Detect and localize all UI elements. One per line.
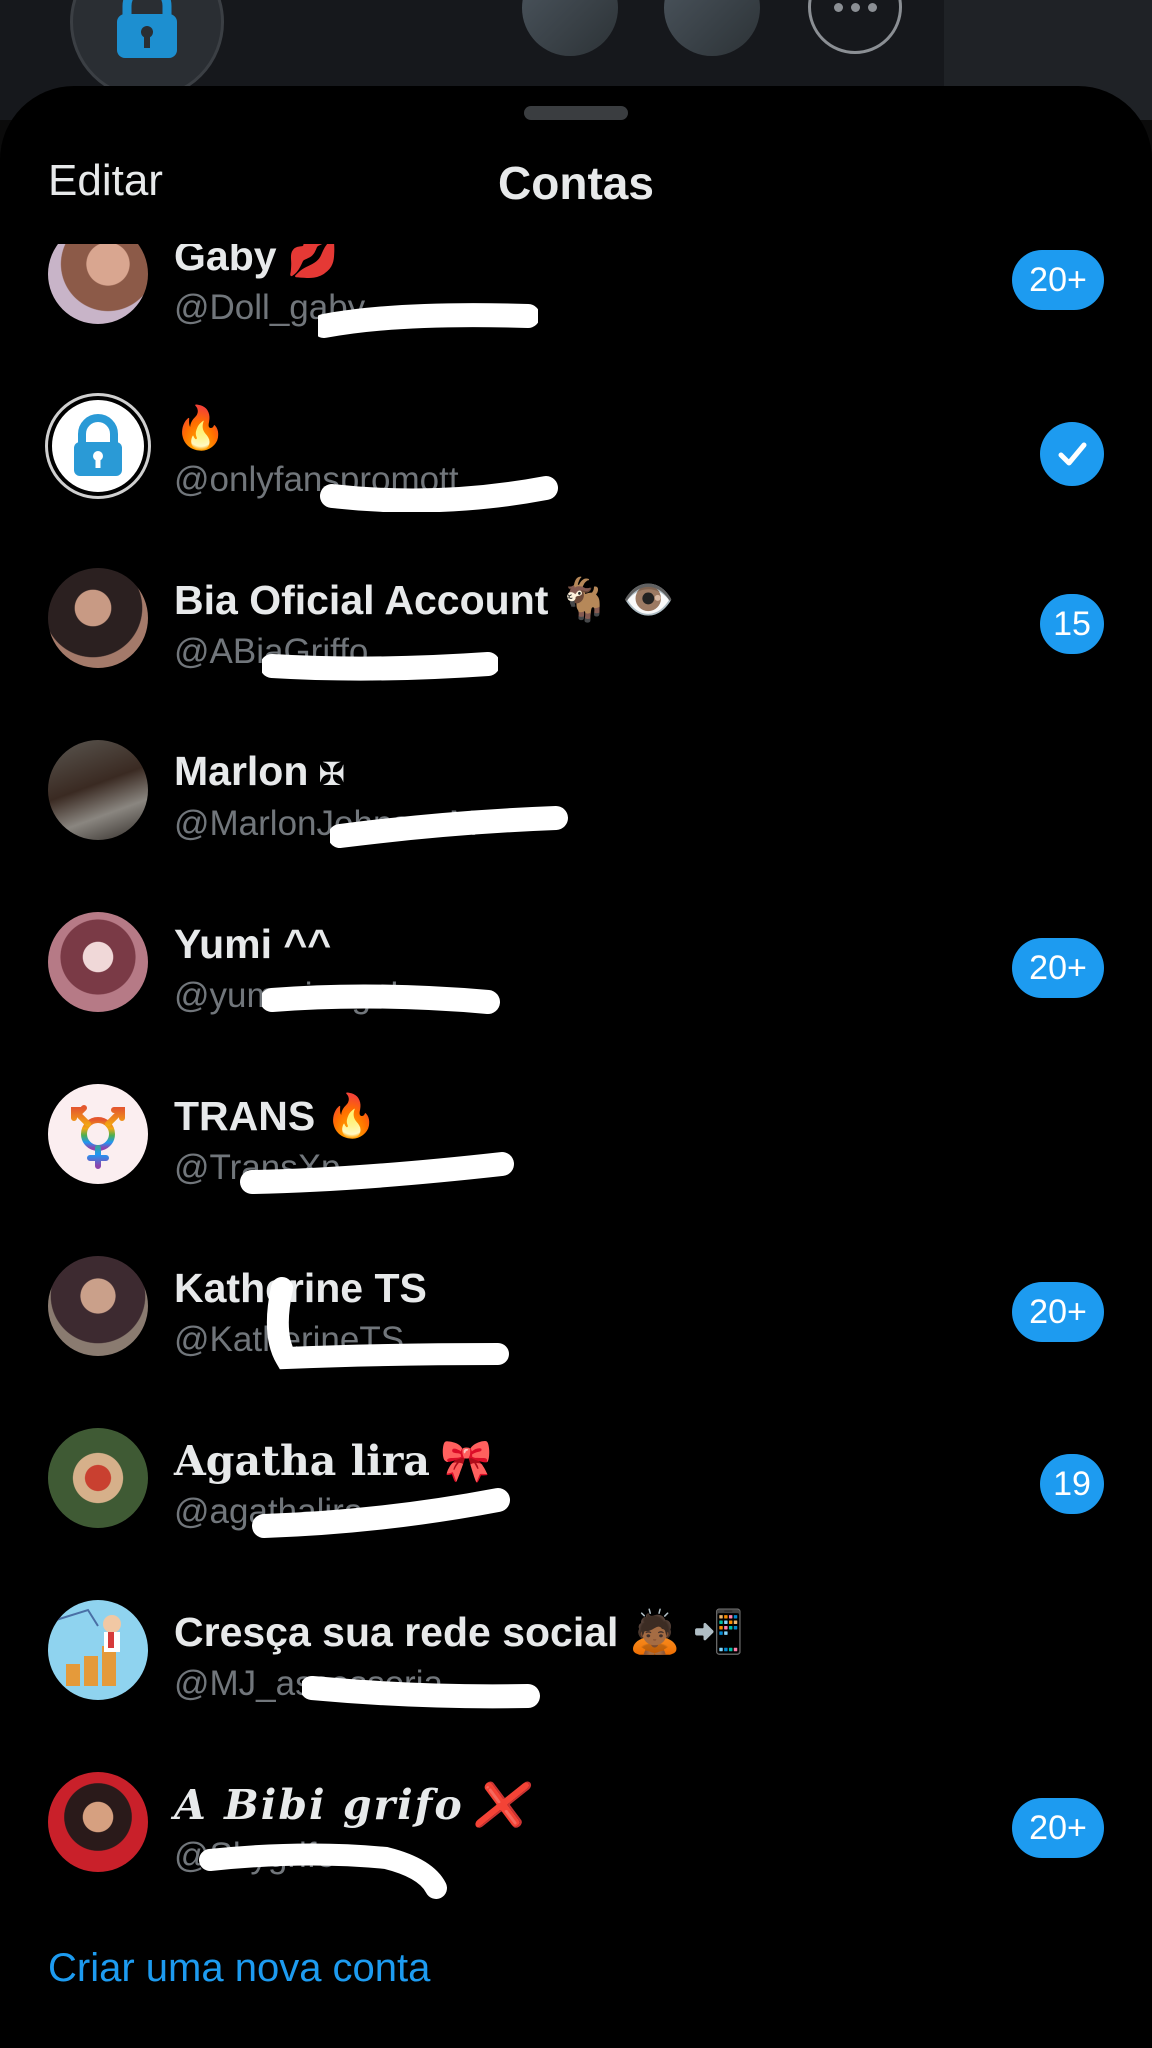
- notification-badge: 20+: [1012, 1798, 1104, 1858]
- account-avatar: [48, 244, 148, 324]
- mini-avatar-1[interactable]: [522, 0, 618, 56]
- account-handle: @agathalira: [174, 1492, 364, 1531]
- account-name: TRANS 🔥: [174, 1092, 378, 1139]
- account-avatar: [48, 396, 148, 496]
- account-row[interactable]: Agatha lira 🎀 @agathalira 19: [0, 1392, 1152, 1564]
- account-avatar: [48, 1084, 148, 1184]
- account-name: Agatha lira 🎀: [174, 1436, 493, 1485]
- account-handle: @ABiaGriffo: [174, 632, 369, 671]
- notification-badge: 20+: [1012, 250, 1104, 310]
- current-account-avatar[interactable]: [70, 0, 224, 99]
- account-row[interactable]: TRANS 🔥 @TransXp: [0, 1048, 1152, 1220]
- illustration-avatar: [55, 1608, 121, 1686]
- notification-badge: 20+: [1012, 938, 1104, 998]
- more-options-icon[interactable]: [808, 0, 902, 54]
- accounts-sheet: Contas Editar Gaby 💋 @Doll_gaby 20+ 🔥 @o…: [0, 86, 1152, 2048]
- notification-badge: 15: [1040, 594, 1104, 654]
- account-name: Yumi ^^: [174, 921, 332, 967]
- account-handle: @KatherineTS: [174, 1320, 405, 1359]
- account-row[interactable]: Gaby 💋 @Doll_gaby 20+: [0, 244, 1152, 360]
- account-row[interactable]: Marlon ✠ @MarlonJohnsonM: [0, 704, 1152, 876]
- account-name: A Bibi grifo ❌: [174, 1780, 528, 1829]
- create-account-link[interactable]: Criar uma nova conta: [48, 1946, 430, 1991]
- account-handle: @TransXp: [174, 1148, 341, 1187]
- sheet-title: Contas: [498, 157, 654, 209]
- account-avatar: [48, 1600, 148, 1700]
- account-row[interactable]: Katherine TS @KatherineTS 20+: [0, 1220, 1152, 1392]
- account-avatar: [48, 740, 148, 840]
- accounts-list: Gaby 💋 @Doll_gaby 20+ 🔥 @onlyfanspromott…: [0, 244, 1152, 1914]
- account-avatar: [48, 568, 148, 668]
- account-row[interactable]: Cresça sua rede social 🙇🏾 📲 @MJ_assessori…: [0, 1564, 1152, 1736]
- selected-check-icon: [1040, 422, 1104, 486]
- account-avatar: [48, 1428, 148, 1528]
- account-row[interactable]: A Bibi grifo ❌ @Skygrifo 20+: [0, 1736, 1152, 1908]
- account-name: Marlon ✠: [174, 748, 346, 794]
- account-handle: @MarlonJohnsonM: [174, 804, 478, 843]
- lock-icon: [58, 406, 138, 486]
- notification-badge: 20+: [1012, 1282, 1104, 1342]
- account-name: Bia Oficial Account 🐐 👁️: [174, 576, 675, 623]
- account-handle: @Skygrifo: [174, 1836, 336, 1875]
- lock-icon: [117, 0, 177, 58]
- account-row[interactable]: Bia Oficial Account 🐐 👁️ @ABiaGriffo 15: [0, 532, 1152, 704]
- account-avatar: [48, 1772, 148, 1872]
- mini-avatar-2[interactable]: [664, 0, 760, 56]
- account-row-selected[interactable]: 🔥 @onlyfanspromott: [0, 360, 1152, 532]
- account-name: 🔥: [174, 404, 227, 451]
- account-avatar: [48, 912, 148, 1012]
- account-row[interactable]: Yumi ^^ @yummiangel 20+: [0, 876, 1152, 1048]
- account-handle: @yummiangel: [174, 976, 399, 1015]
- account-handle: @MJ_assessoria: [174, 1664, 443, 1703]
- sheet-grabber-handle[interactable]: [524, 106, 628, 120]
- account-handle: @onlyfanspromott: [174, 460, 459, 499]
- account-name: Gaby 💋: [174, 244, 339, 279]
- transgender-symbol-icon: [71, 1105, 125, 1169]
- edit-button[interactable]: Editar: [48, 156, 163, 206]
- account-avatar: [48, 1256, 148, 1356]
- account-handle: @Doll_gaby: [174, 288, 366, 327]
- account-name: Cresça sua rede social 🙇🏾 📲: [174, 1608, 745, 1655]
- notification-badge: 19: [1040, 1454, 1104, 1514]
- account-name: Katherine TS: [174, 1265, 427, 1311]
